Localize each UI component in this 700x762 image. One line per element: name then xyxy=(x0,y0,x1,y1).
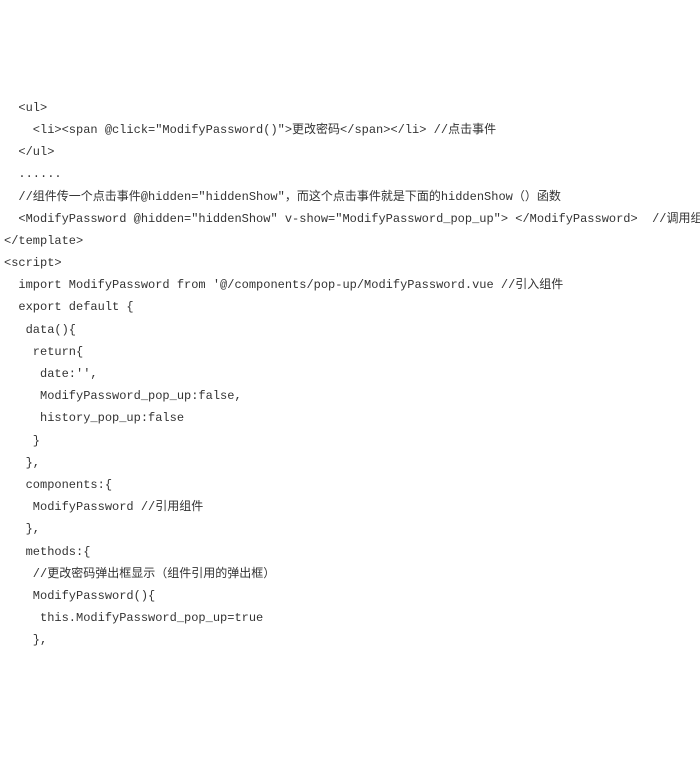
code-line: }, xyxy=(4,518,696,540)
code-line: date:'', xyxy=(4,363,696,385)
code-line: }, xyxy=(4,452,696,474)
code-line: </template> xyxy=(4,230,696,252)
code-line: history_pop_up:false xyxy=(4,407,696,429)
code-line: <ul> xyxy=(4,97,696,119)
code-line: ModifyPassword //引用组件 xyxy=(4,496,696,518)
code-line: //组件传一个点击事件@hidden="hiddenShow"，而这个点击事件就… xyxy=(4,186,696,208)
code-line: return{ xyxy=(4,341,696,363)
code-line: <li><span @click="ModifyPassword()">更改密码… xyxy=(4,119,696,141)
code-line: } xyxy=(4,430,696,452)
code-line: <ModifyPassword @hidden="hiddenShow" v-s… xyxy=(4,208,696,230)
code-line: data(){ xyxy=(4,319,696,341)
code-line: this.ModifyPassword_pop_up=true xyxy=(4,607,696,629)
code-line: ModifyPassword_pop_up:false, xyxy=(4,385,696,407)
code-line: import ModifyPassword from '@/components… xyxy=(4,274,696,296)
code-line: <script> xyxy=(4,252,696,274)
code-line: //更改密码弹出框显示（组件引用的弹出框） xyxy=(4,563,696,585)
code-line: ModifyPassword(){ xyxy=(4,585,696,607)
code-line: }, xyxy=(4,629,696,651)
code-line: components:{ xyxy=(4,474,696,496)
code-line: </ul> xyxy=(4,141,696,163)
code-line: export default { xyxy=(4,296,696,318)
code-line: ...... xyxy=(4,163,696,185)
code-block: <ul> <li><span @click="ModifyPassword()"… xyxy=(4,97,696,652)
